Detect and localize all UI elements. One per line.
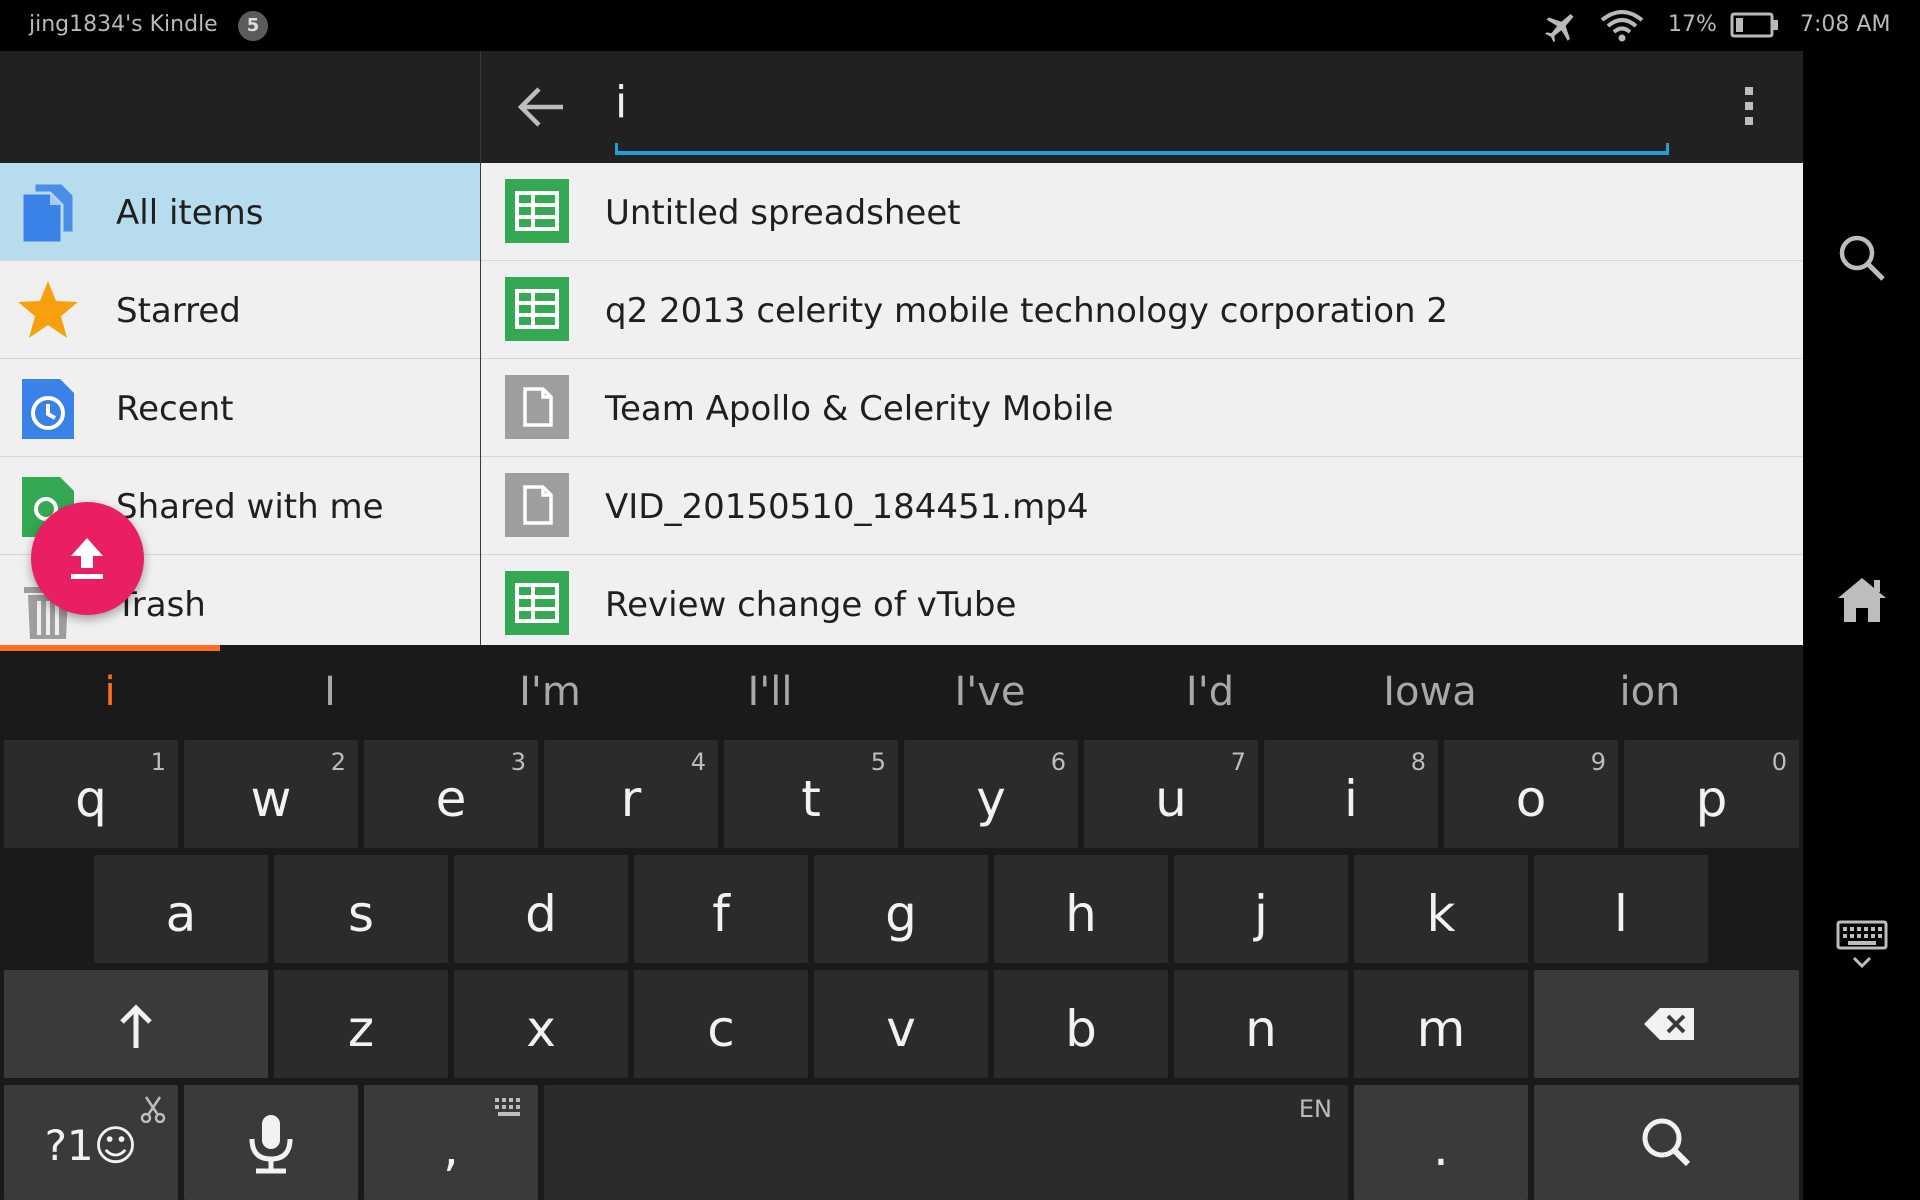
space-key[interactable]: EN [544, 1085, 1348, 1200]
airplane-icon [1545, 13, 1574, 43]
file-name: Review change of vTube [605, 585, 1017, 625]
key-g[interactable]: g [814, 855, 988, 963]
key-q[interactable]: 1 q [4, 740, 178, 848]
key-p[interactable]: 0 p [1624, 740, 1799, 848]
key-l[interactable]: l [1534, 855, 1708, 963]
all-items-icon [20, 181, 76, 245]
file-name: Untitled spreadsheet [605, 193, 961, 233]
suggestion-item[interactable]: Iowa [1330, 669, 1530, 715]
search-input-underline [615, 143, 1669, 155]
scissors-icon [140, 1096, 166, 1123]
sidebar-item-recent[interactable]: Recent [0, 359, 480, 457]
nav-home-button[interactable] [1803, 555, 1920, 645]
file-name: VID_20150510_184451.mp4 [605, 487, 1089, 527]
sidebar-item-all-items[interactable]: All items [0, 163, 480, 261]
language-label: EN [1298, 1095, 1332, 1123]
star-icon [18, 281, 78, 338]
clock-icon [22, 379, 74, 439]
backspace-icon [1644, 1008, 1694, 1040]
sidebar-item-label: Starred [116, 291, 241, 331]
key-e[interactable]: 3 e [364, 740, 538, 848]
search-key[interactable] [1534, 1085, 1799, 1200]
key-t[interactable]: 5 t [724, 740, 898, 848]
search-icon [1839, 235, 1885, 281]
key-c[interactable]: c [634, 970, 808, 1078]
suggestion-strip: i I I'm I'll I've I'd Iowa ion [0, 651, 1803, 733]
suggestion-item[interactable]: I'll [670, 669, 870, 715]
device-name: jing1834's Kindle [29, 12, 218, 37]
generic-file-icon [505, 473, 569, 537]
home-icon [1837, 578, 1886, 622]
suggestion-item[interactable]: i [10, 669, 210, 715]
key-r[interactable]: 4 r [544, 740, 718, 848]
key-h[interactable]: h [994, 855, 1168, 963]
soft-keyboard: i I I'm I'll I've I'd Iowa ion 1 q 2 w 3… [0, 645, 1803, 1200]
key-j[interactable]: j [1174, 855, 1348, 963]
suggestion-item[interactable]: I'm [450, 669, 650, 715]
wifi-icon [1600, 10, 1644, 42]
nav-hide-keyboard-button[interactable] [1803, 901, 1920, 991]
key-i[interactable]: 8 i [1264, 740, 1438, 848]
file-row[interactable]: Team Apollo & Celerity Mobile [481, 359, 1803, 457]
voice-input-key[interactable] [184, 1085, 358, 1200]
search-input[interactable] [615, 73, 1665, 131]
upload-icon [71, 538, 103, 579]
suggestion-item[interactable]: ion [1550, 669, 1750, 715]
key-y[interactable]: 6 y [904, 740, 1078, 848]
search-app-bar [481, 51, 1803, 163]
overflow-menu-icon[interactable] [1729, 81, 1769, 131]
file-row[interactable]: Untitled spreadsheet [481, 163, 1803, 261]
sidebar-item-label: Shared with me [116, 487, 384, 527]
key-x[interactable]: x [454, 970, 628, 1078]
file-row[interactable]: VID_20150510_184451.mp4 [481, 457, 1803, 555]
file-name: Team Apollo & Celerity Mobile [605, 389, 1114, 429]
key-u[interactable]: 7 u [1084, 740, 1258, 848]
key-d[interactable]: d [454, 855, 628, 963]
file-row[interactable]: Review change of vTube [481, 555, 1803, 645]
generic-file-icon [505, 375, 569, 439]
key-f[interactable]: f [634, 855, 808, 963]
search-icon [1642, 1118, 1691, 1167]
appbar-left-panel [0, 51, 480, 163]
shift-key[interactable] [4, 970, 268, 1078]
spreadsheet-icon [505, 179, 569, 243]
symbols-key[interactable]: ?1☺ [4, 1085, 178, 1200]
battery-icon [1730, 12, 1778, 38]
keyboard-hide-icon [1836, 920, 1887, 969]
key-b[interactable]: b [994, 970, 1168, 1078]
key-n[interactable]: n [1174, 970, 1348, 1078]
suggestion-item[interactable]: I [230, 669, 430, 715]
sidebar-item-label: Recent [116, 389, 234, 429]
sidebar-item-label: All items [116, 193, 264, 233]
spreadsheet-icon [505, 571, 569, 635]
upload-button[interactable] [31, 502, 144, 615]
key-k[interactable]: k [1354, 855, 1528, 963]
sidebar-item-starred[interactable]: Starred [0, 261, 480, 359]
key-o[interactable]: 9 o [1444, 740, 1618, 848]
navigation-bar [1803, 51, 1920, 1200]
key-v[interactable]: v [814, 970, 988, 1078]
key-a[interactable]: a [94, 855, 268, 963]
comma-key[interactable]: , [364, 1085, 538, 1200]
file-name: q2 2013 celerity mobile technology corpo… [605, 291, 1448, 331]
key-s[interactable]: s [274, 855, 448, 963]
backspace-key[interactable] [1534, 970, 1799, 1078]
keyboard-settings-icon [495, 1098, 520, 1116]
suggestion-item[interactable]: I've [890, 669, 1090, 715]
shift-arrow-icon [120, 1004, 152, 1048]
microphone-icon [249, 1115, 293, 1174]
file-list: Untitled spreadsheet q2 2013 celerity mo… [481, 163, 1803, 645]
file-row[interactable]: q2 2013 celerity mobile technology corpo… [481, 261, 1803, 359]
key-m[interactable]: m [1354, 970, 1528, 1078]
spreadsheet-icon [505, 277, 569, 341]
status-bar: jing1834's Kindle 5 17% 7:08 AM [0, 0, 1920, 51]
suggestion-item[interactable]: I'd [1110, 669, 1310, 715]
key-w[interactable]: 2 w [184, 740, 358, 848]
key-z[interactable]: z [274, 970, 448, 1078]
back-arrow-icon[interactable] [511, 77, 571, 137]
notification-badge[interactable]: 5 [238, 11, 268, 41]
nav-search-button[interactable] [1803, 213, 1920, 303]
period-key[interactable]: . [1354, 1085, 1528, 1200]
